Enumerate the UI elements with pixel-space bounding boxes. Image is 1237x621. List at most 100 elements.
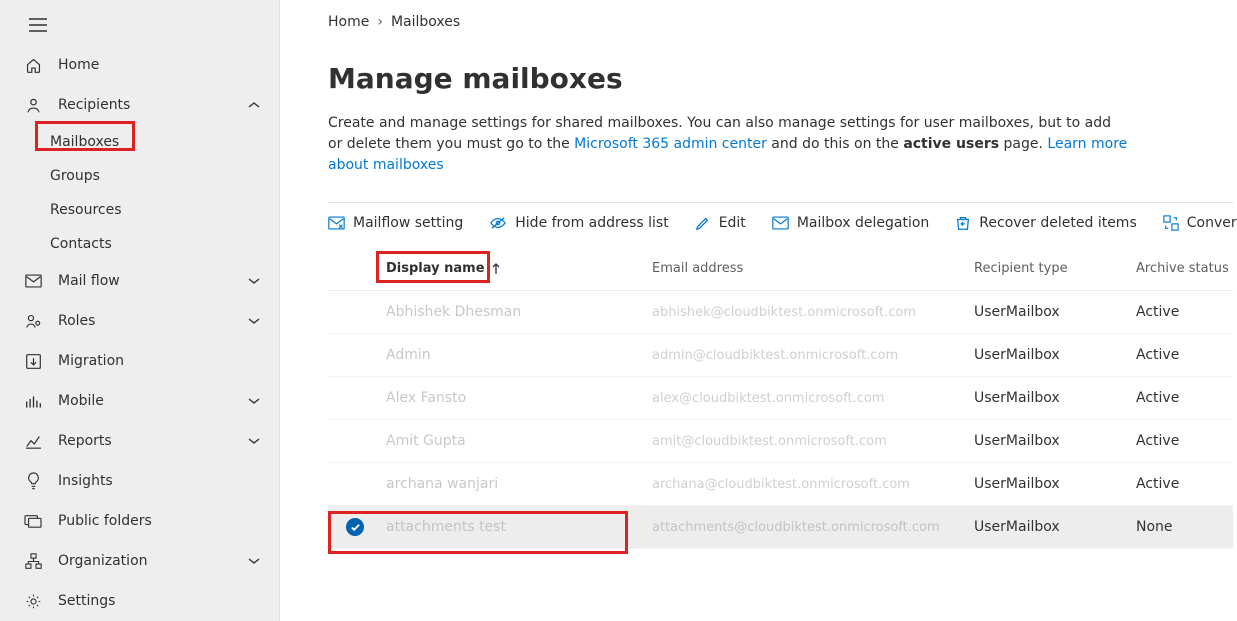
- tool-label: Edit: [719, 215, 746, 231]
- sort-asc-icon: [491, 263, 501, 275]
- mailflow-icon: [328, 216, 345, 230]
- cell-display-name: attachments test: [386, 519, 652, 535]
- sidebar-item-contacts[interactable]: Contacts: [0, 227, 279, 261]
- mail-icon: [22, 274, 44, 288]
- col-header-label: Recipient type: [974, 261, 1068, 276]
- cell-recipient-type: UserMailbox: [974, 347, 1136, 363]
- link-admin-center[interactable]: Microsoft 365 admin center: [574, 136, 767, 152]
- mailbox-table: Display name Email address Recipient typ…: [328, 247, 1233, 549]
- table-row[interactable]: archana wanjariarchana@cloudbiktest.onmi…: [328, 463, 1233, 506]
- tool-convert-shared[interactable]: Convert to shared mailbox: [1163, 215, 1237, 231]
- cell-display-name: Amit Gupta: [386, 433, 652, 449]
- tool-label: Convert to shared mailbox: [1187, 215, 1237, 231]
- cell-recipient-type: UserMailbox: [974, 519, 1136, 535]
- nav-label: Settings: [58, 593, 279, 609]
- row-checkbox[interactable]: [346, 518, 386, 536]
- sidebar-item-groups[interactable]: Groups: [0, 159, 279, 193]
- divider: [328, 202, 1233, 203]
- cell-archive-status: Active: [1136, 433, 1233, 449]
- nav-insights[interactable]: Insights: [0, 461, 279, 501]
- sidebar-item-mailboxes[interactable]: Mailboxes: [0, 125, 279, 159]
- tool-hide-address-list[interactable]: Hide from address list: [489, 215, 668, 231]
- toolbar: Mailflow setting Hide from address list …: [328, 209, 1233, 247]
- hide-icon: [489, 216, 507, 230]
- migration-icon: [22, 353, 44, 370]
- cell-email: alex@cloudbiktest.onmicrosoft.com: [652, 391, 974, 406]
- check-circle-icon: [346, 518, 364, 536]
- col-recipient-type[interactable]: Recipient type: [974, 261, 1136, 276]
- cell-archive-status: None: [1136, 519, 1233, 535]
- cell-email: attachments@cloudbiktest.onmicrosoft.com: [652, 520, 974, 535]
- convert-icon: [1163, 215, 1179, 231]
- cell-email: abhishek@cloudbiktest.onmicrosoft.com: [652, 305, 974, 320]
- table-row[interactable]: Abhishek Dhesmanabhishek@cloudbiktest.on…: [328, 291, 1233, 334]
- col-archive-status[interactable]: Archive status: [1136, 261, 1233, 276]
- page-title: Manage mailboxes: [328, 62, 1237, 95]
- cell-display-name: archana wanjari: [386, 476, 652, 492]
- tool-label: Recover deleted items: [979, 215, 1136, 231]
- nav-roles[interactable]: Roles: [0, 301, 279, 341]
- tool-recover-deleted[interactable]: Recover deleted items: [955, 215, 1136, 231]
- nav-label: Public folders: [58, 513, 279, 529]
- nav-label: Migration: [58, 353, 279, 369]
- cell-display-name: Alex Fansto: [386, 390, 652, 406]
- nav-mailflow[interactable]: Mail flow: [0, 261, 279, 301]
- nav-label: Reports: [58, 433, 239, 449]
- nav-home[interactable]: Home: [0, 45, 279, 85]
- col-email[interactable]: Email address: [652, 261, 974, 276]
- cell-recipient-type: UserMailbox: [974, 476, 1136, 492]
- col-display-name[interactable]: Display name: [386, 261, 652, 276]
- cell-archive-status: Active: [1136, 304, 1233, 320]
- table-row[interactable]: Adminadmin@cloudbiktest.onmicrosoft.comU…: [328, 334, 1233, 377]
- cell-email: amit@cloudbiktest.onmicrosoft.com: [652, 434, 974, 449]
- col-header-label: Display name: [386, 261, 485, 276]
- org-icon: [22, 553, 44, 570]
- sidebar-item-label: Resources: [50, 202, 122, 218]
- tool-mailbox-delegation[interactable]: Mailbox delegation: [772, 215, 929, 231]
- nav-recipients[interactable]: Recipients: [0, 85, 279, 125]
- nav-label: Home: [58, 57, 279, 73]
- table-header: Display name Email address Recipient typ…: [328, 247, 1233, 291]
- chevron-up-icon: [239, 101, 269, 109]
- home-icon: [22, 57, 44, 74]
- tool-edit[interactable]: Edit: [695, 215, 746, 231]
- cell-email: archana@cloudbiktest.onmicrosoft.com: [652, 477, 974, 492]
- nav: Home Recipients Mailboxes Groups Resourc…: [0, 45, 279, 621]
- chevron-right-icon: ›: [377, 14, 383, 30]
- chevron-down-icon: [239, 437, 269, 445]
- nav-reports[interactable]: Reports: [0, 421, 279, 461]
- tool-mailflow-setting[interactable]: Mailflow setting: [328, 215, 463, 231]
- nav-settings[interactable]: Settings: [0, 581, 279, 621]
- nav-migration[interactable]: Migration: [0, 341, 279, 381]
- table-row[interactable]: attachments testattachments@cloudbiktest…: [328, 506, 1233, 549]
- breadcrumb-home[interactable]: Home: [328, 14, 369, 30]
- nav-publicfolders[interactable]: Public folders: [0, 501, 279, 541]
- col-header-label: Email address: [652, 261, 743, 276]
- gear-icon: [22, 593, 44, 610]
- table-row[interactable]: Amit Guptaamit@cloudbiktest.onmicrosoft.…: [328, 420, 1233, 463]
- desc-text: page.: [999, 136, 1047, 152]
- nav-mobile[interactable]: Mobile: [0, 381, 279, 421]
- cell-display-name: Abhishek Dhesman: [386, 304, 652, 320]
- chevron-down-icon: [239, 397, 269, 405]
- table-body: Abhishek Dhesmanabhishek@cloudbiktest.on…: [328, 291, 1233, 549]
- roles-icon: [22, 313, 44, 330]
- table-row[interactable]: Alex Fanstoalex@cloudbiktest.onmicrosoft…: [328, 377, 1233, 420]
- nav-label: Insights: [58, 473, 279, 489]
- main-content: Home › Mailboxes Manage mailboxes Create…: [280, 0, 1237, 621]
- reports-icon: [22, 434, 44, 449]
- cell-archive-status: Active: [1136, 390, 1233, 406]
- hamburger-button[interactable]: [18, 8, 58, 41]
- sidebar-item-label: Contacts: [50, 236, 112, 252]
- col-header-label: Archive status: [1136, 261, 1229, 276]
- recover-icon: [955, 215, 971, 231]
- nav-organization[interactable]: Organization: [0, 541, 279, 581]
- cell-email: admin@cloudbiktest.onmicrosoft.com: [652, 348, 974, 363]
- cell-display-name: Admin: [386, 347, 652, 363]
- folders-icon: [22, 513, 44, 529]
- page-description: Create and manage settings for shared ma…: [328, 113, 1128, 176]
- cell-recipient-type: UserMailbox: [974, 390, 1136, 406]
- bulb-icon: [22, 472, 44, 490]
- sidebar-item-label: Mailboxes: [50, 134, 119, 150]
- sidebar-item-resources[interactable]: Resources: [0, 193, 279, 227]
